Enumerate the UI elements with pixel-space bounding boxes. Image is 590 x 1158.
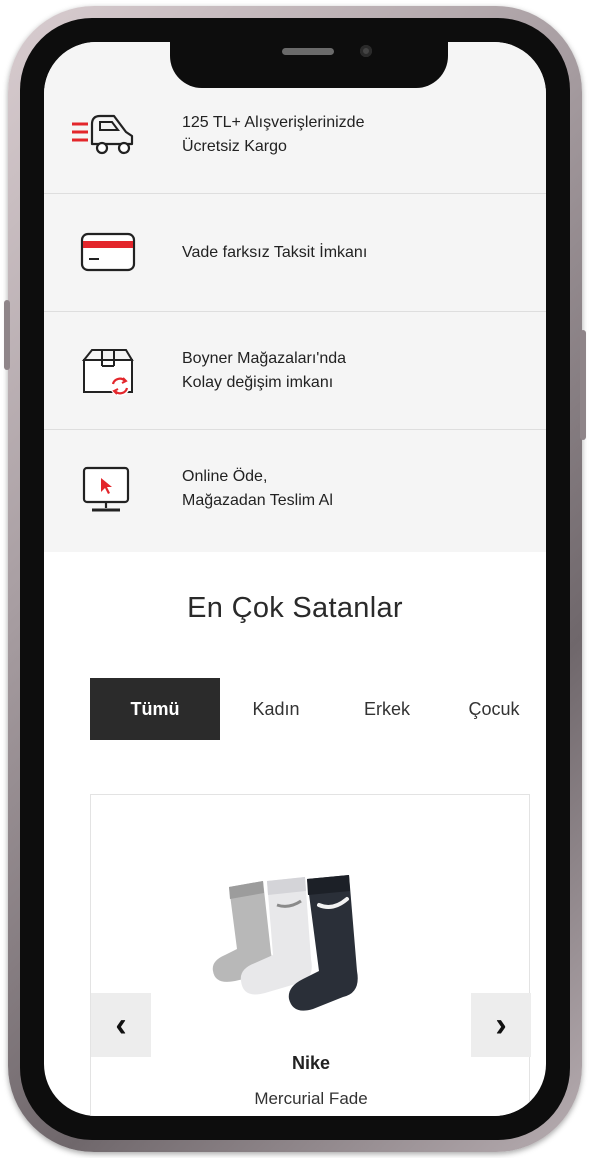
delivery-truck-icon <box>70 110 142 162</box>
features-panel: 125 TL+ Alışverişlerinizde Ücretsiz Karg… <box>44 42 546 552</box>
section-title: En Çok Satanlar <box>187 592 403 624</box>
feature-line: 125 TL+ Alışverişlerinizde <box>182 114 365 131</box>
feature-installment[interactable]: Vade farksız Taksit İmkanı <box>44 194 546 312</box>
feature-text: 125 TL+ Alışverişlerinizde Ücretsiz Karg… <box>182 76 522 194</box>
feature-free-shipping[interactable]: 125 TL+ Alışverişlerinizde Ücretsiz Karg… <box>44 76 546 194</box>
product-card[interactable]: ‹ › Nike Mercurial Fade <box>90 794 531 1116</box>
front-camera <box>360 45 372 57</box>
feature-text: Vade farksız Taksit İmkanı <box>182 194 522 312</box>
tab-men[interactable]: Erkek <box>332 678 442 740</box>
feature-line: Mağazadan Teslim Al <box>182 492 333 509</box>
previous-product-button[interactable]: ‹ <box>91 993 151 1057</box>
feature-easy-exchange[interactable]: Boyner Mağazaları'nda Kolay değişim imka… <box>44 312 546 430</box>
power-button <box>580 330 586 440</box>
feature-line: Vade farksız Taksit İmkanı <box>182 244 368 261</box>
phone-screen[interactable]: 125 TL+ Alışverişlerinizde Ücretsiz Karg… <box>44 42 546 1116</box>
feature-line: Online Öde, <box>182 468 268 485</box>
chevron-right-icon: › <box>495 1005 507 1044</box>
product-brand: Nike <box>291 1053 331 1073</box>
feature-line: Ücretsiz Kargo <box>182 138 287 155</box>
feature-line: Boyner Mağazaları'nda <box>182 350 347 367</box>
next-product-button[interactable]: › <box>471 993 531 1057</box>
tab-all[interactable]: Tümü <box>90 678 220 740</box>
feature-pickup-store[interactable]: Online Öde, Mağazadan Teslim Al <box>44 430 546 548</box>
volume-button <box>4 300 10 370</box>
chevron-left-icon: ‹ <box>115 1005 127 1044</box>
tab-kids[interactable]: Çocuk <box>442 678 546 740</box>
feature-text: Boyner Mağazaları'nda Kolay değişim imka… <box>182 312 522 430</box>
phone-notch <box>170 30 448 88</box>
product-name: Mercurial Fade <box>254 1089 368 1108</box>
tab-women[interactable]: Kadın <box>220 678 332 740</box>
monitor-cursor-icon <box>70 464 142 516</box>
box-exchange-icon <box>70 346 142 398</box>
category-tabs: Tümü Kadın Erkek Çocuk <box>90 678 546 740</box>
credit-card-icon <box>70 228 142 280</box>
feature-text: Online Öde, Mağazadan Teslim Al <box>182 430 522 548</box>
socks-product-image[interactable] <box>201 875 411 1025</box>
feature-line: Kolay değişim imkanı <box>182 374 334 391</box>
speaker-grille <box>282 48 334 55</box>
